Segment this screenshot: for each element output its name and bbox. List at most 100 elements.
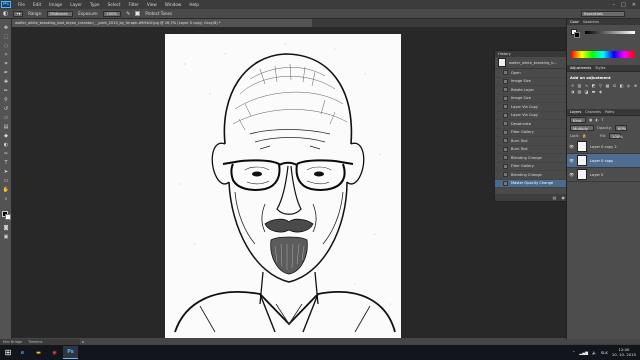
hue-saturation-icon[interactable]: ▦ (605, 83, 610, 88)
background-color-swatch[interactable] (5, 214, 11, 220)
zoom-tool-icon[interactable]: ⌕ (2, 196, 10, 203)
levels-icon[interactable]: ▥ (577, 83, 582, 88)
tab-adjustments[interactable]: Adjustments (570, 66, 591, 70)
tab-swatches[interactable]: Swatches (583, 20, 599, 24)
layer-filter-kind[interactable]: Kind (570, 117, 586, 123)
filter-adjust-icon[interactable]: ◐ (595, 118, 598, 122)
close-icon[interactable]: ✕ (632, 2, 636, 8)
channel-mixer-icon[interactable]: ⊕ (633, 83, 638, 88)
selective-color-icon[interactable]: ◈ (598, 89, 603, 94)
tab-channels[interactable]: Channels (585, 110, 601, 114)
brush-tool-icon[interactable]: ✏ (2, 88, 10, 95)
color-balance-icon[interactable]: ⚖ (612, 83, 617, 88)
opacity-input[interactable]: 60% (614, 125, 627, 131)
quick-mask-icon[interactable]: ◙ (2, 225, 10, 232)
brightness-icon[interactable]: ☼ (570, 83, 575, 88)
blend-mode-select[interactable]: Multiply (570, 125, 594, 131)
airbrush-icon[interactable]: ✎ (126, 11, 130, 17)
invert-icon[interactable]: ◑ (570, 89, 575, 94)
tab-timeline[interactable]: Timeline (28, 340, 42, 344)
gradient-map-icon[interactable]: ▬ (591, 89, 596, 94)
protect-tones-checkbox[interactable] (135, 11, 141, 16)
path-select-tool-icon[interactable]: ➤ (2, 169, 10, 176)
layer-row[interactable]: 👁 Layer 0 (567, 168, 640, 182)
volume-icon[interactable]: 🔈 (592, 350, 597, 355)
quick-select-tool-icon[interactable]: ✧ (2, 52, 10, 59)
menu-image[interactable]: Image (45, 2, 66, 7)
menu-type[interactable]: Type (86, 2, 104, 7)
tab-paths[interactable]: Paths (605, 110, 614, 114)
camera-snapshot-icon[interactable]: ◉ (561, 195, 565, 200)
layer-row[interactable]: 👁 Layer 0 copy 2 (567, 140, 640, 154)
filter-type-icon[interactable]: T (602, 118, 604, 122)
tab-styles[interactable]: Styles (595, 66, 605, 70)
fill-input[interactable]: 100% (608, 133, 623, 139)
menu-file[interactable]: File (14, 2, 29, 7)
shape-tool-icon[interactable]: ▭ (2, 178, 10, 185)
move-tool-icon[interactable]: ✥ (2, 25, 10, 32)
document-tab[interactable]: walter_white_breaking_bad_bryan_cranston… (12, 19, 312, 27)
tab-mini-bridge[interactable]: Mini Bridge (3, 340, 22, 344)
workspace-switcher[interactable]: Essentials (581, 10, 625, 17)
crop-tool-icon[interactable]: ⌗ (2, 61, 10, 68)
color-bg-swatch[interactable] (574, 32, 580, 38)
clone-stamp-tool-icon[interactable]: ⚲ (2, 97, 10, 104)
vibrance-icon[interactable]: ▽ (598, 83, 603, 88)
brush-preset-picker[interactable]: •▾ (13, 10, 24, 17)
taskbar-folder-icon[interactable]: ▬ (31, 346, 46, 359)
type-tool-icon[interactable]: T (2, 160, 10, 167)
lasso-tool-icon[interactable]: ◌ (2, 43, 10, 50)
exposure-input[interactable]: 100% (103, 10, 122, 17)
taskbar-chrome-icon[interactable]: ◉ (47, 346, 62, 359)
network-icon[interactable]: ▂▄▆ (579, 350, 588, 355)
filter-pixel-icon[interactable]: ▣ (589, 118, 592, 122)
curves-icon[interactable]: ∿ (584, 83, 589, 88)
dodge-tool-icon[interactable]: ◐ (2, 142, 10, 149)
hand-tool-icon[interactable]: ✋ (2, 187, 10, 194)
menu-view[interactable]: View (143, 2, 161, 7)
language-indicator[interactable]: SLK (601, 350, 608, 355)
dodge-tool-icon[interactable]: ◐ (3, 10, 8, 17)
menu-select[interactable]: Select (104, 2, 125, 7)
pen-tool-icon[interactable]: ✑ (2, 151, 10, 158)
layer-row[interactable]: 👁 Layer 0 copy (567, 154, 640, 168)
color-ramp[interactable] (571, 51, 635, 58)
tab-layers[interactable]: Layers (570, 110, 581, 114)
taskbar-ie-icon[interactable]: e (15, 346, 30, 359)
blur-tool-icon[interactable]: ◆ (2, 133, 10, 140)
clock[interactable]: 12:40 10. 10. 2015 (612, 347, 636, 357)
black-white-icon[interactable]: ◧ (619, 83, 624, 88)
marquee-tool-icon[interactable]: ⬚ (2, 34, 10, 41)
tab-color[interactable]: Color (570, 20, 579, 24)
screen-mode-icon[interactable]: ▣ (2, 234, 10, 241)
gradient-tool-icon[interactable]: ▤ (2, 124, 10, 131)
maximize-icon[interactable]: □ (621, 2, 626, 8)
tray-up-arrow-icon[interactable]: ⌃ (572, 350, 575, 355)
exposure-icon[interactable]: ◩ (591, 83, 596, 88)
posterize-icon[interactable]: ▧ (577, 89, 582, 94)
layer-visibility-eye-icon[interactable]: 👁 (569, 172, 574, 177)
history-brush-tool-icon[interactable]: ↺ (2, 106, 10, 113)
minimize-icon[interactable]: – (613, 2, 616, 8)
status-menu-arrow-icon[interactable]: ▸ (82, 340, 84, 344)
healing-brush-tool-icon[interactable]: ✚ (2, 79, 10, 86)
menu-help[interactable]: Help (185, 2, 203, 7)
menu-window[interactable]: Window (161, 2, 186, 7)
new-document-icon[interactable]: ▤ (553, 195, 557, 200)
document-canvas[interactable] (165, 34, 401, 338)
menu-layer[interactable]: Layer (66, 2, 86, 7)
range-select[interactable]: Midtones (47, 10, 74, 17)
menu-filter[interactable]: Filter (124, 2, 142, 7)
windows-start-icon[interactable]: ⊞ (2, 347, 14, 359)
eraser-tool-icon[interactable]: ▱ (2, 115, 10, 122)
layer-visibility-eye-icon[interactable]: 👁 (569, 158, 574, 163)
layer-visibility-eye-icon[interactable]: 👁 (569, 144, 574, 149)
lock-icon[interactable]: 🔒 (582, 134, 586, 138)
taskbar-photoshop-icon[interactable]: Ps (63, 346, 78, 359)
menu-edit[interactable]: Edit (29, 2, 45, 7)
canvas-area[interactable] (12, 27, 562, 338)
eyedropper-tool-icon[interactable]: ✒ (2, 70, 10, 77)
threshold-icon[interactable]: ◪ (584, 89, 589, 94)
color-slider[interactable] (585, 31, 635, 34)
photo-filter-icon[interactable]: ◎ (626, 83, 631, 88)
